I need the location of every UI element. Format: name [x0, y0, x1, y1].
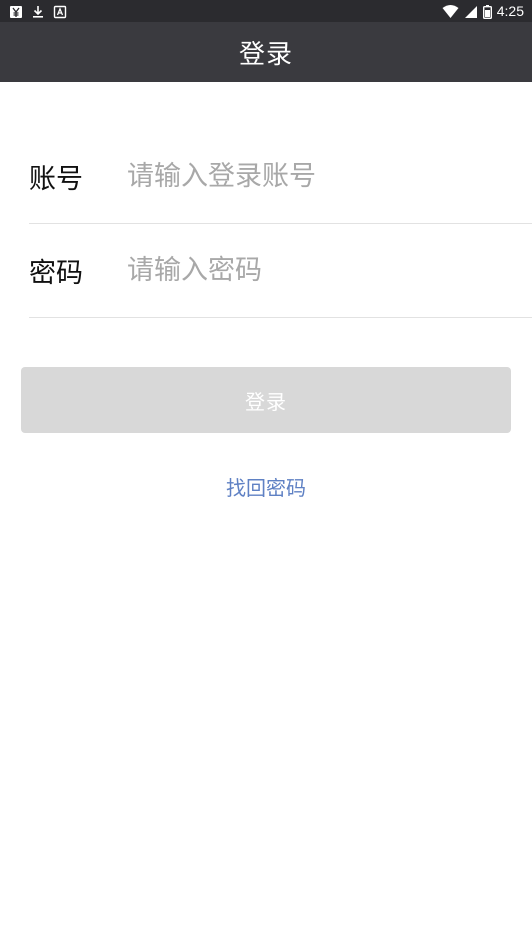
text-app-icon: [53, 4, 67, 19]
password-input[interactable]: [127, 250, 532, 291]
account-label: 账号: [29, 164, 83, 195]
signal-icon: [464, 4, 478, 18]
title-bar: 登录: [0, 22, 532, 82]
password-label: 密码: [29, 258, 83, 289]
login-button[interactable]: 登录: [21, 367, 511, 433]
status-bar: 4:25: [0, 0, 532, 22]
account-row: 账号: [29, 130, 532, 224]
forgot-password-link[interactable]: 找回密码: [0, 472, 532, 501]
password-row: 密码: [29, 224, 532, 318]
login-form: 账号 密码: [0, 130, 532, 318]
wifi-icon: [442, 4, 459, 18]
battery-icon: [482, 4, 492, 20]
status-notifications: [9, 4, 67, 19]
download-icon: [31, 4, 45, 18]
yen-notification-icon: [9, 4, 23, 18]
status-time: 4:25: [496, 3, 524, 19]
status-indicators: 4:25: [442, 3, 524, 20]
account-input[interactable]: [127, 156, 532, 197]
page-title: 登录: [238, 39, 293, 70]
